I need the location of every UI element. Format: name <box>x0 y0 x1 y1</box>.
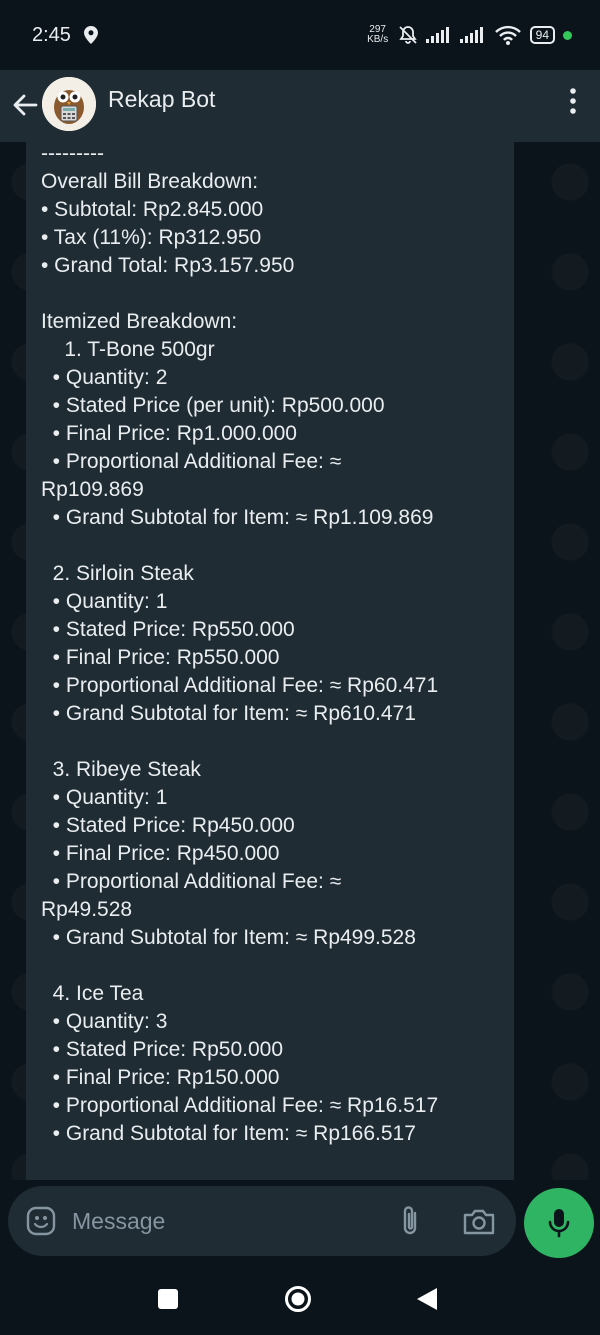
message-line: • Proportional Additional Fee: ≈ Rp16.51… <box>41 1094 439 1117</box>
message-line: • Grand Subtotal for Item: ≈ Rp166.517 <box>41 1122 416 1145</box>
kebab-menu-icon[interactable] <box>568 86 578 116</box>
mute-icon <box>398 26 417 44</box>
battery-icon: 94 <box>529 26 555 44</box>
message-line: • Quantity: 2 <box>41 366 168 389</box>
message-line: • Grand Subtotal for Item: ≈ Rp610.471 <box>41 702 416 725</box>
net-speed: 297 KB/s <box>366 25 390 45</box>
message-line: 5. Tonic Water <box>41 1176 500 1180</box>
message-composer <box>8 1186 516 1256</box>
avatar[interactable] <box>42 77 96 131</box>
message-line <box>41 728 500 756</box>
message-line: • Stated Price: Rp50.000 <box>41 1038 283 1061</box>
net-speed-unit: KB/s <box>367 34 389 45</box>
chat-header: Rekap Bot <box>0 70 600 142</box>
message-line: • Quantity: 3 <box>41 1010 168 1033</box>
message-line: Rp109.869 <box>41 478 144 501</box>
message-line <box>41 1148 500 1176</box>
battery-level: 94 <box>535 28 549 42</box>
status-icons: 297 KB/s 94 <box>366 22 572 48</box>
message-input[interactable] <box>72 1204 372 1238</box>
message-line: --------- <box>41 142 104 165</box>
status-bar: 2:45 297 KB/s 94 <box>0 0 600 70</box>
message-line: • Final Price: Rp150.000 <box>41 1066 280 1089</box>
system-back-button[interactable] <box>416 1287 438 1311</box>
camera-icon[interactable] <box>462 1208 496 1236</box>
message-line: 2. Sirloin Steak <box>41 562 194 585</box>
attach-icon[interactable] <box>398 1204 422 1238</box>
message-line: 3. Ribeye Steak <box>41 758 201 781</box>
signal-icon <box>459 27 483 43</box>
message-line: • Quantity: 1 <box>41 590 168 613</box>
message-line: • Grand Subtotal for Item: ≈ Rp499.528 <box>41 926 416 949</box>
message-line: Overall Bill Breakdown: <box>41 170 259 193</box>
message-line: • Tax (11%): Rp312.950 <box>41 226 262 249</box>
message-line: • Quantity: 1 <box>41 786 168 809</box>
message-line <box>41 532 500 560</box>
mic-icon <box>548 1209 570 1238</box>
back-arrow-icon[interactable] <box>10 90 40 120</box>
system-nav-bar <box>0 1262 600 1335</box>
message-line: • Stated Price (per unit): Rp500.000 <box>41 394 385 417</box>
message-line: • Grand Subtotal for Item: ≈ Rp1.109.869 <box>41 506 434 529</box>
message-bubble[interactable]: --------- Overall Bill Breakdown: • Subtot… <box>26 142 514 1180</box>
message-line: • Proportional Additional Fee: ≈ Rp60.47… <box>41 674 439 697</box>
location-icon <box>84 26 98 44</box>
message-line: • Final Price: Rp550.000 <box>41 646 280 669</box>
message-line: • Final Price: Rp450.000 <box>41 842 280 865</box>
emoji-icon[interactable] <box>26 1206 56 1236</box>
message-line: • Grand Total: Rp3.157.950 <box>41 254 295 277</box>
chat-title[interactable]: Rekap Bot <box>108 86 215 113</box>
message-line: Rp49.528 <box>41 898 133 921</box>
message-line: 4. Ice Tea <box>41 982 144 1005</box>
message-line: • Proportional Additional Fee: ≈ <box>41 870 342 893</box>
chat-area[interactable]: --------- Overall Bill Breakdown: • Subtot… <box>0 142 600 1180</box>
message-line: • Subtotal: Rp2.845.000 <box>41 198 264 221</box>
signal-icon <box>425 27 449 43</box>
wifi-icon <box>494 25 521 45</box>
status-time: 2:45 <box>32 24 71 46</box>
message-line: • Stated Price: Rp550.000 <box>41 618 295 641</box>
message-line: 1. T-Bone 500gr <box>41 338 215 361</box>
message-line: • Proportional Additional Fee: ≈ <box>41 450 342 473</box>
message-line: • Final Price: Rp1.000.000 <box>41 422 297 445</box>
owl-calculator-avatar <box>42 77 96 131</box>
message-line <box>41 280 500 308</box>
privacy-indicator <box>563 30 572 40</box>
home-button[interactable] <box>284 1285 312 1313</box>
message-line <box>41 952 500 980</box>
message-line: Itemized Breakdown: <box>41 310 238 333</box>
mic-button[interactable] <box>524 1188 594 1258</box>
recents-button[interactable] <box>158 1289 178 1309</box>
message-line: • Stated Price: Rp450.000 <box>41 814 295 837</box>
